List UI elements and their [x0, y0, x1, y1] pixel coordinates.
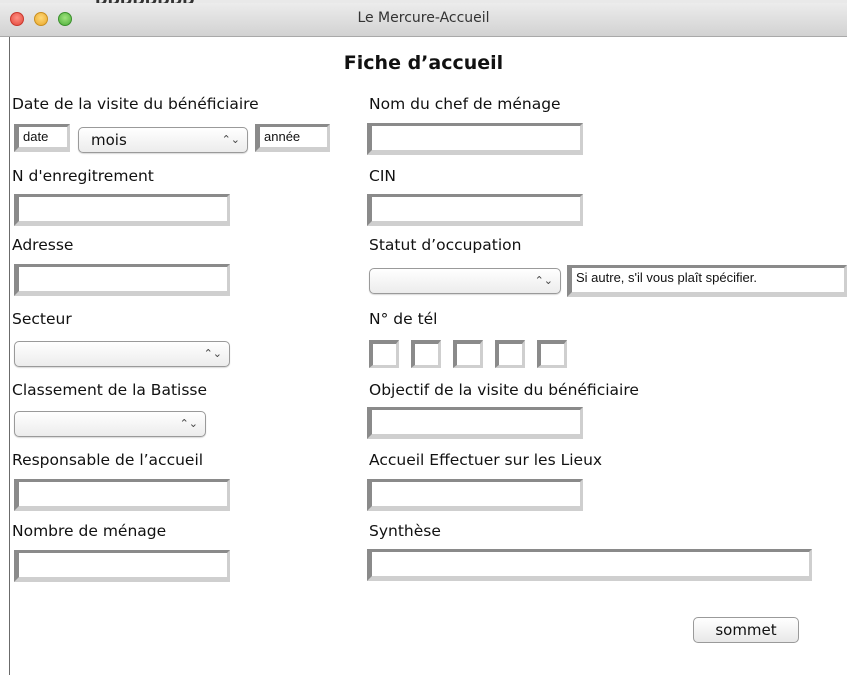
head-of-household-field[interactable] [367, 123, 583, 155]
onsite-reception-label: Accueil Effectuer sur les Lieux [369, 451, 603, 469]
registration-number-label: N d'enregitrement [12, 167, 154, 185]
visit-month-value: mois [91, 131, 127, 149]
occupancy-other-field[interactable]: Si autre, s'il vous plaît spécifier. [567, 265, 847, 297]
select-arrows-icon: ⌃⌄ [179, 417, 198, 430]
onsite-reception-field[interactable] [367, 479, 583, 511]
select-arrows-icon: ⌃⌄ [534, 274, 553, 287]
cin-label: CIN [369, 167, 396, 185]
form-heading: Fiche d’accueil [343, 52, 504, 74]
visit-objective-field[interactable] [367, 407, 583, 439]
visit-year-field[interactable]: année [255, 124, 330, 152]
reception-officer-field[interactable] [14, 479, 230, 511]
summary-field[interactable] [367, 549, 812, 581]
household-count-label: Nombre de ménage [12, 522, 167, 540]
household-count-field[interactable] [14, 550, 230, 582]
address-label: Adresse [12, 236, 74, 254]
registration-number-field[interactable] [14, 194, 230, 226]
phone-label: N° de tél [369, 310, 438, 328]
head-of-household-label: Nom du chef de ménage [369, 95, 561, 113]
phone-segment-1-field[interactable] [369, 340, 399, 368]
occupancy-status-select[interactable]: ⌃⌄ [369, 268, 561, 294]
visit-date-label: Date de la visite du bénéficiaire [12, 95, 259, 113]
visit-month-select[interactable]: mois ⌃⌄ [78, 127, 248, 153]
cin-field[interactable] [367, 194, 583, 226]
select-arrows-icon: ⌃⌄ [203, 347, 222, 360]
address-field[interactable] [14, 264, 230, 296]
visit-day-field[interactable]: date [14, 124, 70, 152]
summary-label: Synthèse [369, 522, 441, 540]
visit-objective-label: Objectif de la visite du bénéficiaire [369, 381, 639, 399]
select-arrows-icon: ⌃⌄ [221, 133, 240, 146]
title-bar[interactable]: Le Mercure-Accueil [0, 3, 847, 37]
phone-segment-3-field[interactable] [453, 340, 483, 368]
submit-button[interactable]: sommet [693, 617, 799, 643]
building-class-select[interactable]: ⌃⌄ [14, 411, 206, 437]
window-left-edge [9, 37, 10, 675]
building-class-label: Classement de la Batisse [12, 381, 208, 399]
phone-segment-2-field[interactable] [411, 340, 441, 368]
occupancy-status-label: Statut d’occupation [369, 236, 522, 254]
sector-select[interactable]: ⌃⌄ [14, 341, 230, 367]
sector-label: Secteur [12, 310, 72, 328]
window-title: Le Mercure-Accueil [357, 10, 490, 26]
reception-officer-label: Responsable de l’accueil [12, 451, 204, 469]
phone-segment-4-field[interactable] [495, 340, 525, 368]
phone-segment-5-field[interactable] [537, 340, 567, 368]
